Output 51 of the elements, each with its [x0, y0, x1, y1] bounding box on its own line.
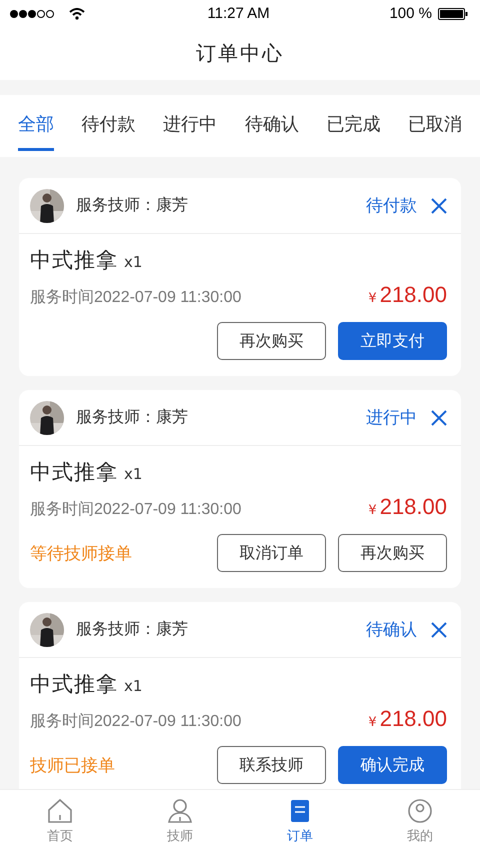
status-time: 11:27 AM	[207, 5, 270, 22]
tab-bar-item[interactable]: 我的	[360, 790, 480, 853]
battery-percent: 100 %	[389, 5, 432, 22]
filter-tab[interactable]: 待付款	[82, 99, 136, 151]
quantity: x1	[124, 253, 142, 271]
filter-tab[interactable]: 已完成	[326, 99, 380, 151]
battery-icon	[438, 8, 468, 20]
profile-icon	[407, 798, 433, 824]
price: 218.00	[380, 706, 447, 732]
outline-button[interactable]: 再次购买	[338, 534, 447, 572]
primary-button[interactable]: 确认完成	[338, 746, 447, 784]
close-icon[interactable]	[431, 622, 447, 638]
outline-button[interactable]: 再次购买	[217, 322, 326, 360]
service-time: 服务时间2022-07-09 11:30:00	[30, 500, 242, 520]
close-icon[interactable]	[431, 198, 447, 214]
service-name: 中式推拿	[30, 459, 118, 486]
filter-tab[interactable]: 待确认	[244, 99, 299, 151]
filter-tab[interactable]: 进行中	[163, 99, 218, 151]
currency-sign: ¥	[368, 503, 377, 518]
technician-name: 服务技师：康芳	[76, 195, 189, 216]
price: 218.00	[380, 494, 447, 520]
person-icon	[167, 798, 193, 824]
order-note: 等待技师接单	[30, 542, 133, 564]
service-name: 中式推拿	[30, 671, 118, 698]
tab-bar-item[interactable]: 首页	[0, 790, 120, 853]
close-icon[interactable]	[431, 410, 447, 426]
wifi-icon	[69, 8, 85, 20]
price: 218.00	[380, 282, 447, 308]
home-icon	[47, 798, 73, 824]
primary-button[interactable]: 立即支付	[338, 322, 447, 360]
outline-button[interactable]: 取消订单	[217, 534, 326, 572]
order-note: 技师已接单	[30, 754, 116, 776]
filter-tab[interactable]: 已取消	[408, 99, 462, 151]
service-time: 服务时间2022-07-09 11:30:00	[30, 712, 242, 732]
quantity: x1	[124, 677, 142, 695]
currency-sign: ¥	[368, 291, 377, 306]
order-status: 待付款	[366, 195, 417, 217]
tab-bar-item[interactable]: 技师	[120, 790, 240, 853]
technician-name: 服务技师：康芳	[76, 407, 189, 428]
currency-sign: ¥	[368, 715, 377, 730]
page-title: 订单中心	[196, 40, 284, 67]
technician-name: 服务技师：康芳	[76, 619, 189, 640]
service-time: 服务时间2022-07-09 11:30:00	[30, 288, 242, 308]
filter-tab[interactable]: 全部	[18, 99, 54, 151]
service-name: 中式推拿	[30, 247, 118, 274]
order-status: 进行中	[366, 407, 417, 429]
tab-bar-item[interactable]: 订单	[240, 790, 360, 853]
order-status: 待确认	[366, 619, 417, 641]
signal-icon	[9, 8, 55, 18]
outline-button[interactable]: 联系技师	[217, 746, 326, 784]
quantity: x1	[124, 465, 142, 483]
